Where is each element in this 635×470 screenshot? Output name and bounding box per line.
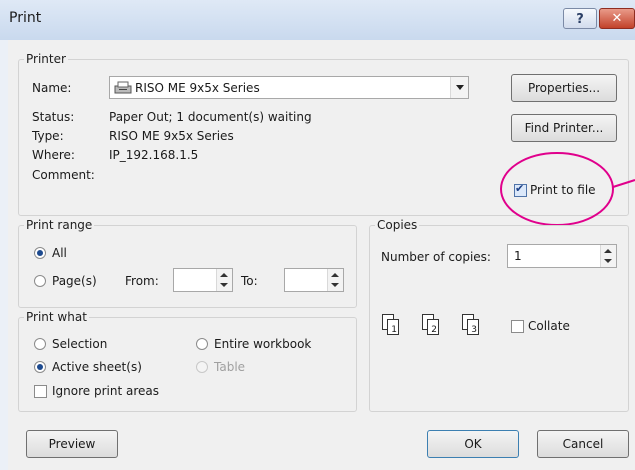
properties-button[interactable]: Properties...	[511, 74, 617, 102]
entire-workbook-label[interactable]: Entire workbook	[214, 337, 311, 351]
to-spinner-icon[interactable]	[327, 269, 343, 291]
printer-name-value: RISO ME 9x5x Series	[135, 81, 260, 95]
comment-label: Comment:	[32, 168, 95, 182]
collate-page-number: 1	[391, 325, 397, 335]
status-label: Status:	[32, 110, 75, 124]
pages-radio[interactable]	[34, 275, 46, 287]
print-dialog: Print ? ✕ Printer Name: RISO ME 9x5x Ser…	[0, 0, 635, 470]
from-label: From:	[125, 274, 159, 288]
ignore-print-areas-label[interactable]: Ignore print areas	[52, 384, 159, 398]
help-button[interactable]: ?	[563, 8, 597, 29]
from-spinner-icon[interactable]	[216, 269, 232, 291]
from-input[interactable]	[173, 268, 233, 292]
number-of-copies-label: Number of copies:	[381, 250, 491, 264]
collate-label[interactable]: Collate	[528, 319, 570, 333]
all-label[interactable]: All	[52, 246, 67, 260]
table-radio[interactable]	[196, 361, 208, 373]
to-input[interactable]	[284, 268, 344, 292]
active-sheets-label[interactable]: Active sheet(s)	[52, 360, 142, 374]
collate-page-icon: 1	[387, 319, 399, 335]
printer-legend: Printer	[26, 52, 66, 66]
entire-workbook-radio[interactable]	[196, 338, 208, 350]
cancel-button[interactable]: Cancel	[537, 430, 629, 458]
ignore-print-areas-checkbox[interactable]	[34, 385, 47, 398]
to-label: To:	[241, 274, 258, 288]
collate-page-number: 2	[431, 325, 437, 335]
find-printer-button[interactable]: Find Printer...	[511, 114, 617, 142]
collate-page-number: 3	[471, 325, 477, 335]
copies-value: 1	[514, 249, 522, 263]
name-label: Name:	[32, 81, 72, 95]
collate-page-icon: 3	[467, 319, 479, 335]
collate-checkbox[interactable]	[511, 320, 524, 333]
where-label: Where:	[32, 148, 75, 162]
status-value: Paper Out; 1 document(s) waiting	[109, 110, 312, 124]
selection-radio[interactable]	[34, 338, 46, 350]
printer-name-select[interactable]: RISO ME 9x5x Series	[109, 76, 469, 99]
selection-label[interactable]: Selection	[52, 337, 107, 351]
window-title: Print	[9, 10, 42, 26]
ok-button[interactable]: OK	[427, 430, 519, 458]
preview-button[interactable]: Preview	[26, 430, 118, 458]
printer-icon	[114, 81, 132, 94]
pages-label[interactable]: Page(s)	[52, 274, 97, 288]
type-label: Type:	[32, 129, 64, 143]
print-range-legend: Print range	[26, 218, 93, 232]
type-value: RISO ME 9x5x Series	[109, 129, 234, 143]
title-bar: Print ? ✕	[0, 0, 635, 40]
dialog-body: Printer Name: RISO ME 9x5x Series Status…	[8, 40, 635, 470]
close-button[interactable]: ✕	[599, 8, 635, 29]
print-what-legend: Print what	[26, 310, 87, 324]
table-label[interactable]: Table	[214, 360, 245, 374]
chevron-down-icon[interactable]	[450, 77, 468, 98]
copies-legend: Copies	[377, 218, 418, 232]
where-value: IP_192.168.1.5	[109, 148, 199, 162]
print-range-group: Print range	[18, 218, 357, 308]
collate-illustration: 1 2 3	[382, 314, 502, 344]
all-radio[interactable]	[34, 247, 46, 259]
collate-page-icon: 2	[427, 319, 439, 335]
copies-input[interactable]: 1	[507, 244, 617, 268]
copies-spinner-icon[interactable]	[600, 245, 616, 267]
active-sheets-radio[interactable]	[34, 361, 46, 373]
